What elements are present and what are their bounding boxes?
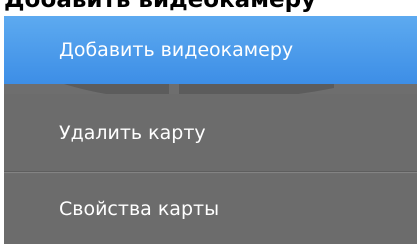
menu-item-delete-map[interactable]: Удалить карту (4, 94, 417, 172)
page-heading: Добавить видеокамеру (4, 0, 317, 13)
menu-item-map-properties[interactable]: Свойства карты (4, 174, 417, 244)
menu-separator (4, 171, 417, 173)
menu-item-delete-map-label: Удалить карту (59, 122, 206, 144)
screenshot-page: Добавить видеокамеру Добавить видеокамер… (0, 0, 417, 244)
context-menu: Добавить видеокамеру Удалить карту Свойс… (4, 16, 417, 244)
menu-item-map-properties-label: Свойства карты (59, 198, 220, 220)
menu-item-add-camera-label: Добавить видеокамеру (59, 39, 294, 61)
menu-item-add-camera[interactable]: Добавить видеокамеру (4, 16, 417, 84)
